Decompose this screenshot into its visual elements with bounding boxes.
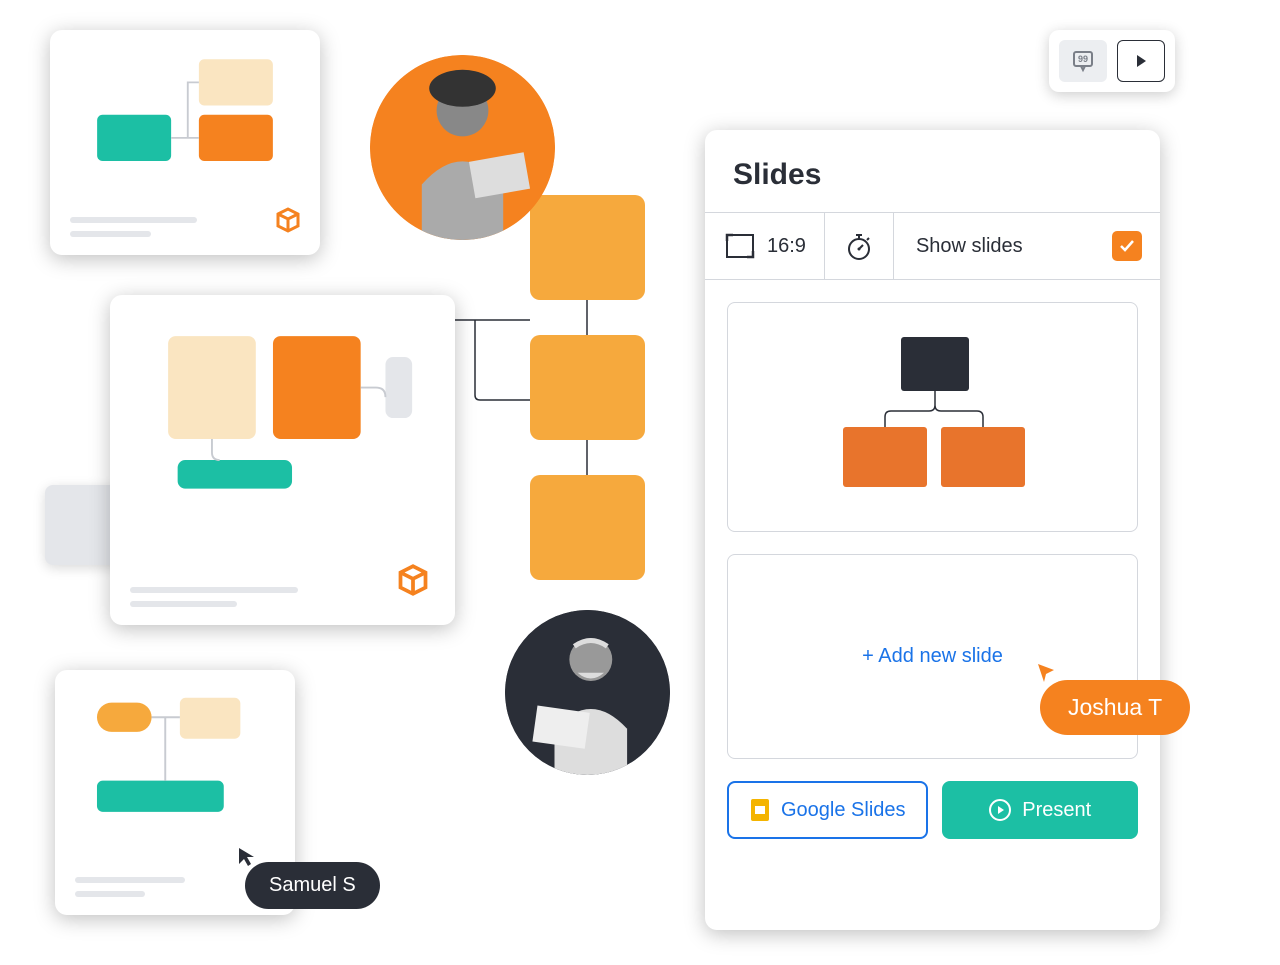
play-circle-icon [988,798,1012,822]
collaborator-cursor-label: Samuel S [245,862,380,909]
comment-mode-button[interactable]: 99 [1059,40,1107,82]
slide-diagram [813,327,1053,507]
google-slides-icon [749,797,771,823]
aspect-ratio-icon [723,229,757,263]
panel-toolbar: 16:9 Show slides [705,212,1160,280]
checkbox-checked-icon [1112,231,1142,261]
show-slides-label: Show slides [916,235,1023,258]
slide-thumbnail[interactable] [50,30,320,255]
stopwatch-icon [843,230,875,262]
person-icon [370,55,555,240]
person-icon [505,610,670,775]
aspect-ratio-selector[interactable]: 16:9 [705,213,824,279]
presentation-mode-button[interactable] [1117,40,1165,82]
thumbnail-caption [130,587,435,607]
quote-bubble-icon: 99 [1071,49,1095,73]
thumbnail-diagram [132,317,433,517]
timer-button[interactable] [824,213,893,279]
collaborator-avatar [370,55,555,240]
diagram-node [530,195,645,300]
collaborator-avatar [505,610,670,775]
show-slides-toggle[interactable]: Show slides [893,213,1160,279]
thumbnail-diagram [73,688,277,834]
diagram-node [530,475,645,580]
aspect-ratio-value: 16:9 [767,235,806,258]
view-mode-toolbar: 99 [1049,30,1175,92]
app-logo-icon [393,560,433,605]
play-icon [1133,53,1149,69]
collaborator-cursor-label: Joshua T [1040,680,1190,735]
panel-footer: Google Slides Present [705,759,1160,861]
svg-text:99: 99 [1078,54,1088,64]
google-slides-label: Google Slides [781,799,906,822]
thumbnail-diagram [70,50,300,180]
present-button[interactable]: Present [942,781,1139,839]
slides-panel: Slides 16:9 Show slides [705,130,1160,930]
google-slides-button[interactable]: Google Slides [727,781,928,839]
slide-thumbnail[interactable] [110,295,455,625]
current-slide-preview[interactable] [727,302,1138,532]
diagram-node [530,335,645,440]
cursor-icon [235,844,259,868]
app-logo-icon [272,204,304,241]
panel-title: Slides [705,130,1160,212]
collaborator-name: Joshua T [1068,694,1162,721]
cursor-icon [1034,660,1060,686]
thumbnail-caption [70,217,300,237]
collaborator-name: Samuel S [269,874,356,897]
present-label: Present [1022,799,1091,822]
add-slide-link[interactable]: + Add new slide [862,645,1003,668]
